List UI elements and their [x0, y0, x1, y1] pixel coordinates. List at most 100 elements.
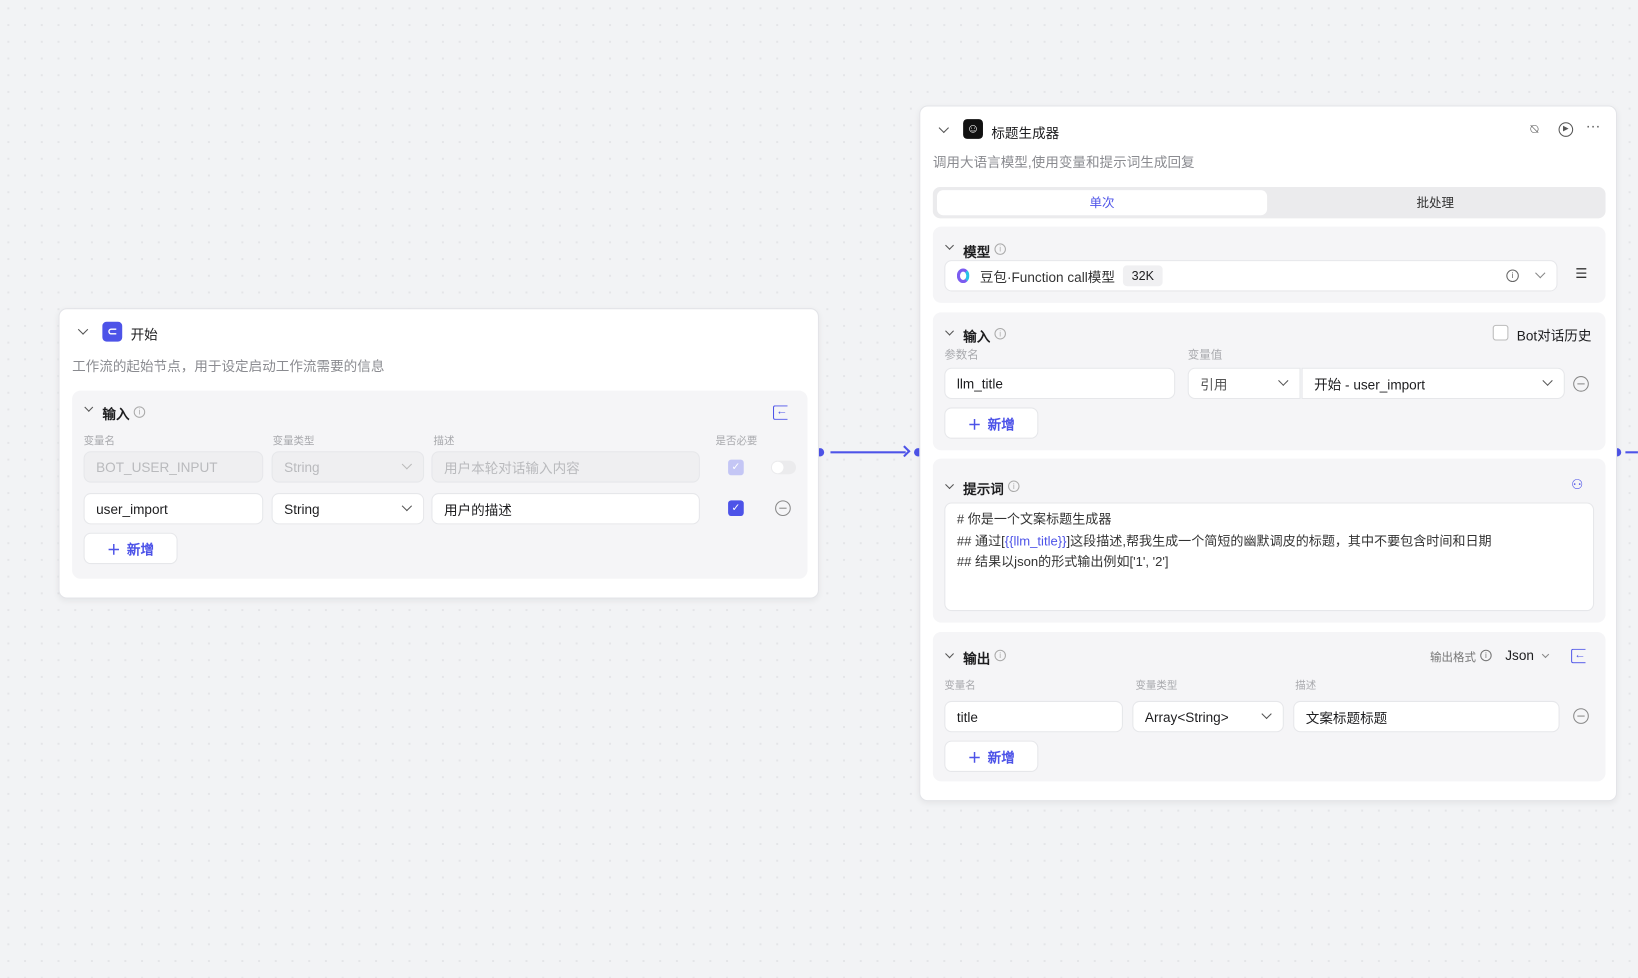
workflow-canvas[interactable]: ⊂ 开始 工作流的起始节点，用于设定启动工作流需要的信息 输入 i ← 变量名 … [0, 0, 1638, 978]
remove-row-icon[interactable] [1573, 376, 1589, 392]
collapse-chevron-icon[interactable] [945, 649, 954, 659]
section-title: 输入 [963, 329, 991, 345]
more-options-icon[interactable]: ··· [1586, 117, 1601, 134]
connection-line[interactable] [830, 451, 906, 454]
output-description-field[interactable]: 文案标题标题 [1293, 700, 1560, 733]
arrow-head-icon [898, 445, 911, 458]
export-variables-icon[interactable]: ← [773, 405, 788, 420]
section-title: 提示词 [963, 481, 1004, 498]
variable-name-field[interactable]: user_import [83, 493, 264, 525]
chevron-down-icon [1535, 267, 1546, 279]
model-select[interactable]: 豆包·Function call模型 32K i [944, 260, 1558, 292]
select-value: String [284, 500, 320, 517]
context-badge: 32K [1123, 265, 1163, 287]
prompt-editor[interactable]: # 你是一个文案标题生成器 ## 通过[{{llm_title}}]这段描述,帮… [944, 502, 1595, 612]
start-node-icon: ⊂ [102, 321, 123, 342]
doubao-model-icon [956, 268, 970, 284]
collapse-chevron-icon[interactable] [938, 122, 949, 134]
select-value: 引用 [1200, 376, 1228, 393]
add-variable-button[interactable]: ＋ 新增 [83, 532, 178, 565]
prompt-variable: {{llm_title}} [1004, 533, 1067, 548]
prompt-text: ## 结果以json的形式输出例如['1', '2'] [956, 554, 1169, 570]
prompt-section: 提示词 i ⚇ # 你是一个文案标题生成器 ## 通过[{{llm_title}… [932, 458, 1606, 623]
collapse-chevron-icon[interactable] [77, 324, 89, 335]
column-header: 是否必要 [715, 435, 758, 448]
info-icon[interactable]: i [994, 649, 1006, 662]
button-label: 新增 [987, 416, 1015, 432]
value-type-select[interactable]: 引用 [1187, 367, 1301, 400]
chevron-down-icon [1542, 375, 1553, 386]
output-section: 输出 i 输出格式 i Json ← 变量名 变量类型 描述 title Arr… [932, 631, 1606, 782]
run-play-icon[interactable]: ▶ [1558, 122, 1574, 137]
plus-icon: ＋ [967, 749, 982, 766]
user-settings-icon[interactable]: ⚇ [1571, 476, 1583, 493]
input-section: 输入 i ← 变量名 变量类型 描述 是否必要 BOT_USER_INPUT S… [72, 390, 808, 579]
column-header: 变量名 [944, 680, 976, 692]
llm-node[interactable]: ☺ 标题生成器 ⍉ ▶ ··· 调用大语言模型,使用变量和提示词生成回复 单次 … [919, 105, 1618, 802]
bot-history-checkbox[interactable] [1492, 324, 1509, 341]
plus-icon: ＋ [107, 541, 121, 558]
llm-node-icon: ☺ [963, 119, 983, 139]
column-header: 变量类型 [1135, 680, 1178, 692]
column-header: 变量类型 [272, 435, 315, 448]
tab-batch[interactable]: 批处理 [1269, 190, 1601, 215]
output-type-select[interactable]: Array<String> [1132, 700, 1284, 733]
collapse-chevron-icon[interactable] [84, 402, 94, 412]
variable-reference-select[interactable]: 开始 - user_import [1301, 367, 1565, 400]
collapse-chevron-icon[interactable] [945, 241, 954, 250]
prompt-text: ## 通过[ [956, 533, 1005, 548]
chevron-down-icon [401, 500, 413, 512]
section-title: 输入 [102, 406, 130, 423]
node-title: 标题生成器 [991, 125, 1060, 142]
info-icon[interactable]: i [994, 328, 1006, 340]
chevron-down-icon [1278, 375, 1289, 386]
variable-type-select[interactable]: String [271, 493, 425, 525]
info-icon[interactable]: i [1008, 480, 1020, 493]
column-header: 描述 [433, 435, 455, 448]
output-format-select[interactable]: Json [1505, 648, 1550, 663]
description-field: 用户本轮对话输入内容 [431, 451, 700, 483]
model-settings-icon[interactable]: ☰ [1575, 265, 1587, 282]
start-node[interactable]: ⊂ 开始 工作流的起始节点，用于设定启动工作流需要的信息 输入 i ← 变量名 … [58, 308, 819, 599]
button-label: 新增 [987, 749, 1015, 766]
info-icon[interactable]: i [133, 406, 146, 418]
node-title: 开始 [130, 326, 158, 343]
collapse-chevron-icon[interactable] [945, 326, 954, 336]
node-description: 调用大语言模型,使用变量和提示词生成回复 [932, 154, 1195, 171]
chevron-down-icon [1541, 650, 1550, 659]
button-label: 新增 [126, 541, 155, 558]
column-header: 变量名 [83, 435, 115, 448]
column-header: 变量值 [1187, 348, 1223, 362]
collapse-chevron-icon[interactable] [945, 480, 954, 490]
mode-tabs: 单次 批处理 [932, 186, 1606, 219]
section-title: 输出 [963, 650, 991, 667]
bot-history-label: Bot对话历史 [1516, 328, 1592, 344]
remove-row-icon[interactable] [1573, 708, 1589, 724]
description-field[interactable]: 用户的描述 [431, 493, 700, 525]
prompt-text: # 你是一个文案标题生成器 [956, 511, 1112, 527]
chevron-down-icon [401, 459, 413, 470]
info-icon[interactable]: i [1506, 269, 1519, 283]
output-name-field[interactable]: title [944, 700, 1123, 733]
info-icon[interactable]: i [994, 243, 1006, 255]
select-value: Array<String> [1144, 708, 1229, 725]
section-title: 模型 [963, 244, 991, 261]
input-section: 输入 i Bot对话历史 参数名 变量值 llm_title 引用 开始 - u… [932, 312, 1606, 451]
model-name: 豆包·Function call模型 [979, 268, 1115, 285]
param-name-field[interactable]: llm_title [944, 367, 1176, 400]
add-param-button[interactable]: ＋ 新增 [944, 407, 1039, 439]
connection-line-out [1625, 451, 1638, 454]
prompt-text: ]这段描述,帮我生成一个简短的幽默调皮的标题，其中不要包含时间和日期 [1066, 533, 1492, 548]
select-value: String [284, 459, 320, 475]
tab-single[interactable]: 单次 [937, 190, 1268, 216]
info-icon[interactable]: i [1480, 649, 1492, 662]
required-checkbox[interactable]: ✓ [728, 500, 744, 517]
variable-type-select: String [271, 451, 425, 483]
export-variables-icon[interactable]: ← [1571, 648, 1586, 664]
column-header: 描述 [1295, 680, 1317, 692]
toggle-switch [770, 460, 796, 475]
remove-row-icon[interactable] [775, 500, 791, 517]
bell-off-icon[interactable]: ⍉ [1530, 121, 1538, 138]
add-output-button[interactable]: ＋ 新增 [944, 740, 1039, 772]
required-checkbox: ✓ [728, 459, 744, 476]
